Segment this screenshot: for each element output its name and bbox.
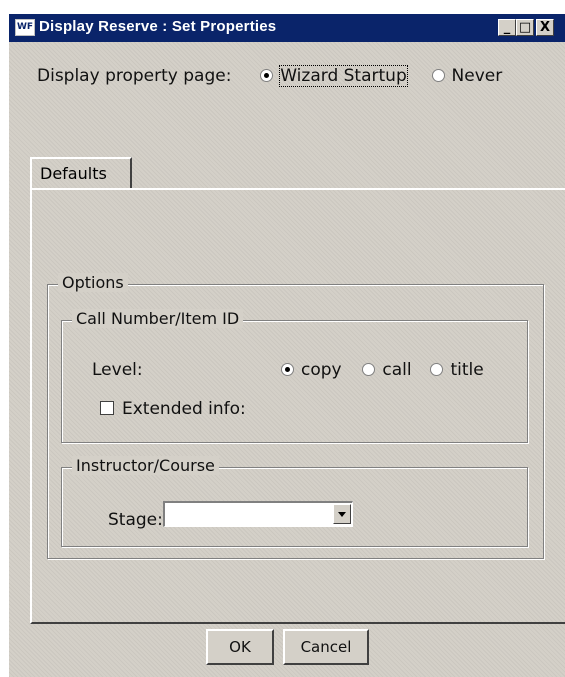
radio-checked-icon [260,69,274,82]
radio-never-label: Never [451,66,503,86]
radio-call-label: call [382,360,412,380]
title-bar[interactable]: WF Display Reserve : Set Properties _ □ … [9,14,565,42]
maximize-button[interactable]: □ [516,19,534,36]
radio-unchecked-icon [362,363,376,376]
minimize-icon: _ [503,20,511,35]
properties-dialog: WF Display Reserve : Set Properties _ □ … [7,12,565,677]
stage-select[interactable] [163,501,353,527]
close-icon: X [539,20,551,35]
tab-defaults-label: Defaults [40,164,107,183]
checkbox-icon [100,401,114,415]
close-button[interactable]: X [536,19,554,36]
instructor-course-legend: Instructor/Course [72,456,219,475]
cancel-button[interactable]: Cancel [283,629,369,665]
chevron-down-icon[interactable] [333,504,351,524]
radio-checked-icon [281,363,294,376]
app-icon: WF [15,19,35,36]
radio-title[interactable]: title [430,360,484,380]
radio-unchecked-icon [430,363,444,376]
radio-wizard-startup-label: Wizard Startup [279,65,408,87]
extended-info-checkbox[interactable]: Extended info: [100,399,246,419]
tab-defaults[interactable]: Defaults [30,157,132,190]
radio-call[interactable]: call [362,360,412,380]
stage-label: Stage: [108,510,163,530]
radio-copy-label: copy [301,360,342,380]
extended-info-label: Extended info: [122,399,246,419]
radio-wizard-startup[interactable]: Wizard Startup [260,65,408,87]
display-property-row: Display property page: Wizard Startup Ne… [37,65,503,87]
radio-never[interactable]: Never [431,66,503,86]
maximize-icon: □ [518,20,532,35]
display-property-label: Display property page: [37,66,232,86]
radio-title-label: title [450,360,484,380]
level-label: Level: [92,360,143,380]
radio-copy[interactable]: copy [281,360,342,380]
ok-button[interactable]: OK [206,629,274,665]
radio-unchecked-icon [431,69,445,82]
call-number-legend: Call Number/Item ID [72,309,244,328]
minimize-button[interactable]: _ [498,19,516,36]
window-title: Display Reserve : Set Properties [39,18,277,35]
call-number-group: Call Number/Item ID [61,309,528,443]
level-options: copy call title [281,360,484,380]
options-legend: Options [58,273,128,292]
